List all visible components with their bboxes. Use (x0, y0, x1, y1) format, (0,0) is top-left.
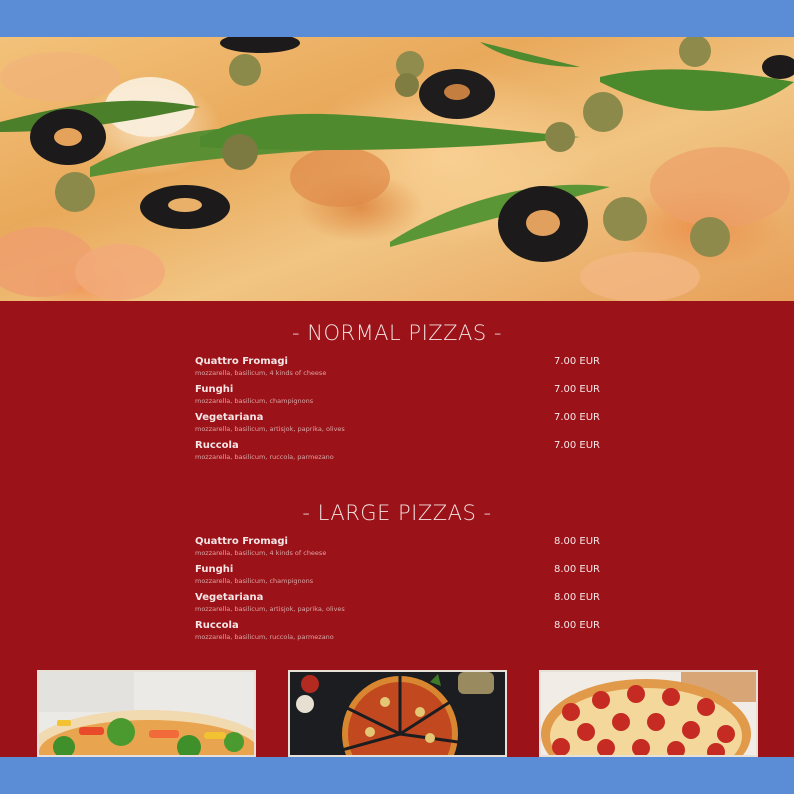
menu-item: Funghi mozzarella, basilicum, champignon… (195, 564, 600, 590)
large-pizzas-heading: - LARGE PIZZAS - (302, 501, 492, 525)
menu-item-name: Ruccola (195, 440, 239, 451)
menu-item-price: 8.00 EUR (553, 564, 600, 575)
vegetable-pizza-photo[interactable] (37, 670, 256, 757)
menu-item: Quattro Fromagi mozzarella, basilicum, 4… (195, 356, 600, 382)
menu-item-name: Quattro Fromagi (195, 536, 288, 547)
menu-item-description: mozzarella, basilicum, 4 kinds of cheese (195, 369, 327, 377)
menu-item: Ruccola mozzarella, basilicum, ruccola, … (195, 440, 600, 466)
menu-item-price: 8.00 EUR (553, 620, 600, 631)
menu-item-name: Funghi (195, 384, 234, 395)
menu-item-description: mozzarella, basilicum, champignons (195, 577, 314, 585)
menu-item: Ruccola mozzarella, basilicum, ruccola, … (195, 620, 600, 646)
menu-item: Quattro Fromagi mozzarella, basilicum, 4… (195, 536, 600, 562)
menu-item: Vegetariana mozzarella, basilicum, artis… (195, 412, 600, 438)
menu-item-description: mozzarella, basilicum, ruccola, parmezan… (195, 633, 334, 641)
menu-item-name: Vegetariana (195, 412, 264, 423)
menu-item-name: Vegetariana (195, 592, 264, 603)
menu-item-description: mozzarella, basilicum, champignons (195, 397, 314, 405)
sliced-pizza-photo[interactable] (288, 670, 507, 757)
menu-item-description: mozzarella, basilicum, 4 kinds of cheese (195, 549, 327, 557)
menu-item: Vegetariana mozzarella, basilicum, artis… (195, 592, 600, 618)
menu-item-price: 7.00 EUR (553, 412, 600, 423)
pepperoni-pizza-photo[interactable] (539, 670, 758, 757)
pizza-menu-section: - NORMAL PIZZAS - Quattro Fromagi mozzar… (0, 301, 794, 757)
menu-item-name: Ruccola (195, 620, 239, 631)
menu-item-description: mozzarella, basilicum, artisjok, paprika… (195, 605, 345, 613)
menu-item-name: Funghi (195, 564, 234, 575)
menu-item-price: 7.00 EUR (553, 440, 600, 451)
menu-item-name: Quattro Fromagi (195, 356, 288, 367)
menu-item-description: mozzarella, basilicum, ruccola, parmezan… (195, 453, 334, 461)
bottom-frame-bar (0, 757, 794, 794)
menu-item-price: 7.00 EUR (553, 356, 600, 367)
normal-pizzas-heading: - NORMAL PIZZAS - (291, 321, 503, 345)
menu-item-description: mozzarella, basilicum, artisjok, paprika… (195, 425, 345, 433)
menu-item-price: 8.00 EUR (553, 536, 600, 547)
top-frame-bar (0, 0, 794, 37)
menu-item: Funghi mozzarella, basilicum, champignon… (195, 384, 600, 410)
menu-item-price: 8.00 EUR (553, 592, 600, 603)
hero-pizza-image (0, 37, 794, 301)
menu-item-price: 7.00 EUR (553, 384, 600, 395)
